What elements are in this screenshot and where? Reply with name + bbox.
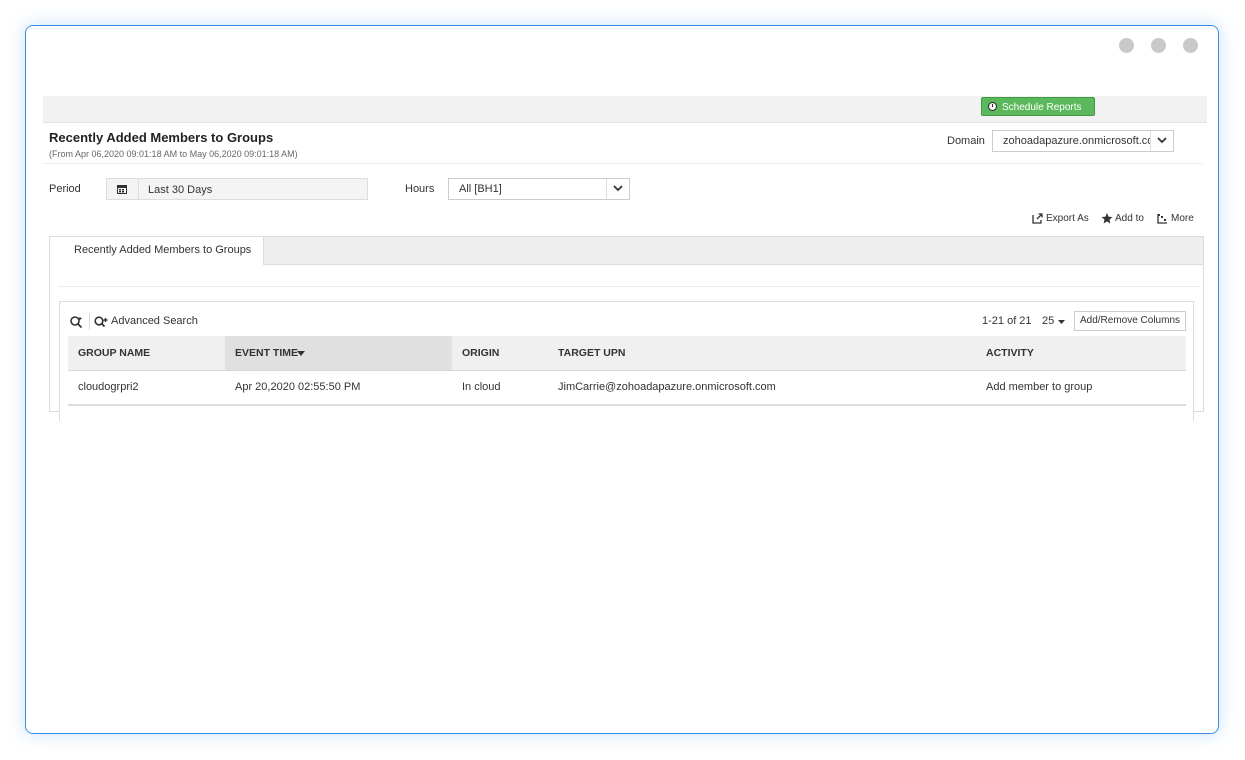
add-to-label: Add to [1115,213,1144,224]
report-toolbar: Schedule Reports [43,96,1207,123]
column-header-group-name[interactable]: GROUP NAME [68,336,225,370]
toolbar-divider [89,312,90,330]
domain-select[interactable]: zohoadapazure.onmicrosoft.com [992,130,1174,152]
hours-select[interactable]: All [BH1] [448,178,630,200]
cell-target-upn: JimCarrie@zohoadapazure.onmicrosoft.com [558,381,776,393]
column-header-label: EVENT TIME [235,347,299,359]
domain-label: Domain [947,135,985,147]
cell-activity: Add member to group [986,381,1093,393]
period-label: Period [49,183,81,195]
report-grid: Advanced Search 1-21 of 21 25 Add/Remove… [59,301,1194,421]
tab-strip: Recently Added Members to Groups [50,237,1203,265]
hours-value: All [BH1] [459,183,502,195]
column-header-activity[interactable]: ACTIVITY [976,336,1186,370]
page-title: Recently Added Members to Groups [49,130,274,145]
table-header: GROUP NAME EVENT TIME ORIGIN TARGET UPN … [68,336,1186,371]
period-value: Last 30 Days [148,184,213,196]
column-header-origin[interactable]: ORIGIN [452,336,548,370]
hours-label: Hours [405,183,435,195]
more-label: More [1171,213,1194,224]
advanced-search-label: Advanced Search [111,315,198,327]
export-as-label: Export As [1046,213,1089,224]
date-range-subtitle: (From Apr 06,2020 09:01:18 AM to May 06,… [49,149,298,159]
tab-recently-added-members[interactable]: Recently Added Members to Groups [50,237,264,265]
chevron-down-icon[interactable] [1150,131,1173,151]
cell-event-time: Apr 20,2020 02:55:50 PM [235,381,361,393]
rows-per-page-select[interactable]: 25 [1042,315,1065,327]
export-icon [1032,213,1043,224]
calendar-icon[interactable] [107,179,139,199]
add-remove-columns-button[interactable]: Add/Remove Columns [1074,311,1186,331]
app-window: Schedule Reports Recently Added Members … [25,25,1219,734]
cell-group-name: cloudogrpri2 [78,381,139,393]
divider [43,163,1203,164]
star-icon [1101,213,1113,224]
rows-per-page-value: 25 [1042,315,1055,327]
more-icon [1157,214,1167,224]
table-row[interactable]: cloudogrpri2 Apr 20,2020 02:55:50 PM In … [68,371,1186,406]
period-picker[interactable]: Last 30 Days [106,178,368,200]
window-control-dot[interactable] [1183,38,1198,53]
schedule-reports-button[interactable]: Schedule Reports [981,97,1095,116]
cell-origin: In cloud [462,381,501,393]
chevron-down-icon[interactable] [606,179,629,199]
window-control-dot[interactable] [1119,38,1134,53]
column-header-event-time[interactable]: EVENT TIME [225,336,452,370]
pagination-info: 1-21 of 21 [982,315,1032,327]
report-tab-panel: Recently Added Members to Groups Advance… [49,236,1204,421]
advanced-search-icon [94,316,108,328]
column-header-target-upn[interactable]: TARGET UPN [548,336,976,370]
caret-down-icon [1058,320,1065,324]
domain-value: zohoadapazure.onmicrosoft.com [1003,135,1151,147]
sort-desc-icon [297,351,305,356]
alarm-clock-icon [988,102,997,111]
schedule-reports-label: Schedule Reports [1002,102,1082,113]
search-icon[interactable] [70,316,83,334]
divider [58,286,1200,287]
window-control-dot[interactable] [1151,38,1166,53]
